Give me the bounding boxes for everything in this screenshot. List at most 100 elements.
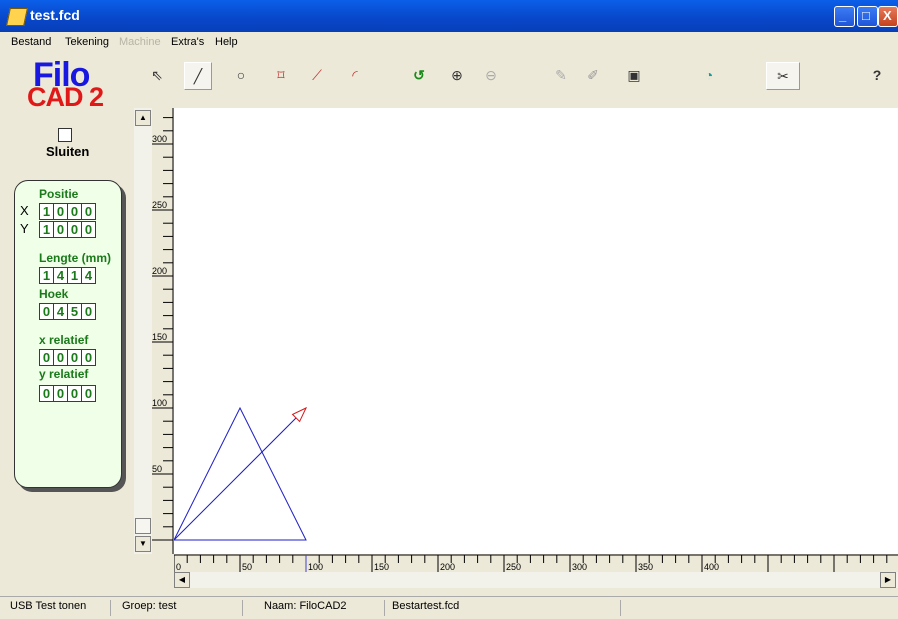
- menu-help[interactable]: Help: [215, 36, 238, 48]
- scroll-down-button[interactable]: ▼: [135, 536, 151, 552]
- status-bar: USB Test tonen Groep: test Naam: FiloCAD…: [0, 596, 898, 619]
- screen-pen-icon[interactable]: ▣: [618, 62, 650, 88]
- digit: 0: [53, 349, 68, 366]
- digit: 1: [39, 203, 54, 220]
- edit-icon[interactable]: ✎: [548, 62, 574, 88]
- digit: 1: [67, 267, 82, 284]
- vertical-scrollbar[interactable]: ▲ ▼: [134, 108, 153, 554]
- status-name: Naam: FiloCAD2: [262, 600, 385, 616]
- status-usb: USB Test tonen: [8, 600, 111, 616]
- digit: 0: [81, 349, 96, 366]
- line-tool-icon[interactable]: ╱: [184, 62, 212, 90]
- x-relative-field: 0 0 0 0: [39, 349, 96, 366]
- help-icon[interactable]: ?: [864, 62, 890, 88]
- length-field: 1 4 1 4: [39, 267, 96, 284]
- ruler-label: 300: [152, 134, 167, 144]
- horizontal-scrollbar[interactable]: ◀ ▶: [174, 572, 898, 588]
- status-group: Groep: test: [120, 600, 243, 616]
- digit: 0: [67, 203, 82, 220]
- ruler-label: 350: [638, 562, 653, 572]
- position-label: Positie: [39, 187, 79, 201]
- ruler-label: 200: [152, 266, 167, 276]
- logo-cad2: CAD 2: [27, 82, 104, 112]
- ruler-label: 100: [152, 398, 167, 408]
- scroll-left-button[interactable]: ◀: [174, 572, 190, 588]
- close-document-button[interactable]: Sluiten: [46, 144, 89, 159]
- menu-tekening[interactable]: Tekening: [65, 36, 109, 48]
- status-file: Bestartest.fcd: [390, 600, 621, 616]
- info-panel: Positie X 1 0 0 0 Y 1 0 0 0 Lengte (mm) …: [14, 180, 122, 488]
- toolbar: ⇖ ╱ ○ ⌑ ⟋ ◜ ↺ ⊕ ⊖ ✎ ✐ ▣ ◔ ✂ ?: [134, 58, 898, 104]
- y-axis-label: Y: [20, 221, 29, 236]
- digit: 1: [39, 267, 54, 284]
- menu-machine: Machine: [119, 36, 161, 48]
- horizontal-ruler: 0 50 100 150 200 250 300 350 400: [173, 554, 898, 572]
- digit: 0: [81, 203, 96, 220]
- circle-tool-icon[interactable]: ○: [228, 62, 254, 88]
- point-tool-icon[interactable]: ⌑: [268, 62, 294, 88]
- length-label: Lengte (mm): [39, 251, 111, 265]
- ruler-label: 400: [704, 562, 719, 572]
- y-relative-label: y relatief: [39, 367, 89, 381]
- drawing-graphic[interactable]: [173, 108, 898, 554]
- zoom-in-icon[interactable]: ⊕: [444, 62, 470, 88]
- digit: 0: [39, 303, 54, 320]
- digit: 4: [53, 267, 68, 284]
- digit: 0: [67, 349, 82, 366]
- digit: 0: [67, 221, 82, 238]
- scroll-right-button[interactable]: ▶: [880, 572, 896, 588]
- app-icon: [6, 8, 28, 26]
- arc-tool-icon[interactable]: ◜: [342, 62, 368, 88]
- digit: 0: [81, 303, 96, 320]
- title-bar: test.fcd _ □ X: [0, 0, 898, 32]
- plotter-icon[interactable]: ◔: [696, 62, 722, 88]
- digit: 0: [53, 221, 68, 238]
- x-relative-label: x relatief: [39, 333, 89, 347]
- digit: 5: [67, 303, 82, 320]
- pen-icon[interactable]: ✐: [580, 62, 606, 88]
- digit: 4: [81, 267, 96, 284]
- ruler-label: 100: [308, 562, 323, 572]
- ruler-label: 150: [152, 332, 167, 342]
- scissors-icon[interactable]: ✂: [766, 62, 800, 90]
- drawing-canvas[interactable]: [173, 108, 898, 554]
- ruler-label: 250: [152, 200, 167, 210]
- window-title: test.fcd: [30, 7, 80, 23]
- ruler-label: 50: [152, 464, 162, 474]
- vertical-ruler-graphic: 300 250 200 150 100 50: [152, 108, 174, 554]
- undo-icon[interactable]: ↺: [406, 62, 432, 88]
- digit: 0: [81, 385, 96, 402]
- horizontal-ruler-graphic: 0 50 100 150 200 250 300 350 400: [173, 554, 898, 572]
- digit: 4: [53, 303, 68, 320]
- ruler-label: 250: [506, 562, 521, 572]
- digit: 0: [53, 203, 68, 220]
- y-position-field: 1 0 0 0: [39, 221, 96, 238]
- digit: 0: [67, 385, 82, 402]
- select-tool-icon[interactable]: ⇖: [144, 62, 170, 88]
- close-document-icon[interactable]: [58, 128, 72, 142]
- arrow-tool-icon[interactable]: ⟋: [304, 62, 330, 88]
- ruler-label: 50: [242, 562, 252, 572]
- minimize-button[interactable]: _: [834, 6, 855, 27]
- y-relative-field: 0 0 0 0: [39, 385, 96, 402]
- scroll-thumb[interactable]: [135, 518, 151, 534]
- ruler-label: 200: [440, 562, 455, 572]
- ruler-label: 300: [572, 562, 587, 572]
- close-button[interactable]: X: [878, 6, 898, 27]
- angle-field: 0 4 5 0: [39, 303, 96, 320]
- digit: 0: [53, 385, 68, 402]
- digit: 0: [39, 349, 54, 366]
- menu-extras[interactable]: Extra's: [171, 36, 204, 48]
- digit: 0: [39, 385, 54, 402]
- maximize-button[interactable]: □: [857, 6, 878, 27]
- x-axis-label: X: [20, 203, 29, 218]
- scroll-up-button[interactable]: ▲: [135, 110, 151, 126]
- menu-bar: Bestand Tekening Machine Extra's Help: [0, 33, 898, 51]
- digit: 0: [81, 221, 96, 238]
- zoom-out-icon[interactable]: ⊖: [478, 62, 504, 88]
- arrow-line[interactable]: [173, 407, 307, 541]
- ruler-label: 0: [176, 562, 181, 572]
- menu-bestand[interactable]: Bestand: [11, 36, 51, 48]
- ruler-label: 150: [374, 562, 389, 572]
- angle-label: Hoek: [39, 287, 69, 301]
